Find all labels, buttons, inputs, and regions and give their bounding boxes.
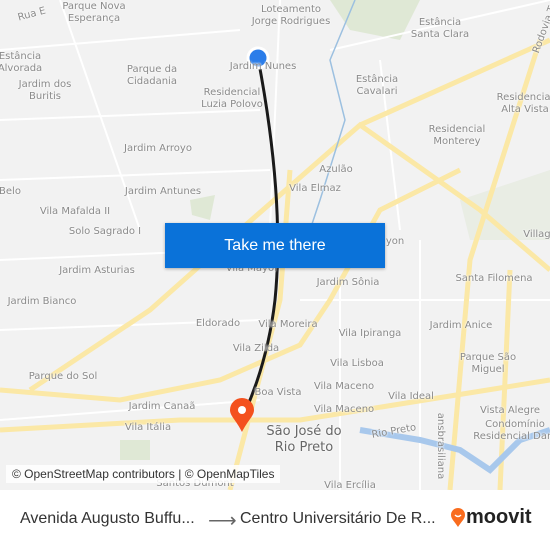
moovit-pin-icon [451, 507, 465, 527]
map-place-label: Vila Moreira [258, 319, 318, 330]
map-place-label: Vila Ipiranga [338, 328, 402, 339]
map-place-label: Vila Itália [124, 422, 172, 433]
map-place-label: Santa Filomena [455, 273, 533, 284]
moovit-logo: moovit [450, 506, 532, 529]
map-attribution[interactable]: © OpenStreetMap contributors | © OpenMap… [6, 465, 281, 483]
map-place-label: Estância Cavalari [355, 74, 399, 97]
map-place-label: Jardim Asturias [59, 265, 135, 276]
map-place-label: Vila Ercília [324, 480, 376, 490]
map-place-label: Jardim Antunes [124, 186, 202, 197]
map-place-label: Vila Maceno [313, 381, 375, 392]
arrow-right-icon: ⟶ [208, 510, 237, 532]
map-place-label: Jardim Canaã [128, 401, 196, 412]
map-place-label: Parque da Cidadania [126, 64, 178, 87]
take-me-there-button[interactable]: Take me there [165, 223, 385, 268]
map-place-label: Vila Lisboa [330, 358, 384, 369]
map-place-label: Vista Alegre [480, 405, 540, 416]
map-place-label: Jardim Arroyo [124, 143, 192, 154]
map-place-label: Jardim Anice [429, 320, 493, 331]
map-place-label: Residencial Luzia Polovo [201, 87, 263, 110]
origin-name: Avenida Augusto Buffu... [20, 510, 195, 527]
map-place-label: Boa Vista [254, 387, 302, 398]
map-place-label: Jardim Bianco [7, 296, 77, 307]
map-place-label: Parque São Miguel [459, 352, 517, 375]
map-place-label: Azulão [319, 164, 353, 175]
map-place-label: Vila Zilda [232, 343, 280, 354]
map-place-label: Vila Elmaz [289, 183, 341, 194]
map-place-label: ansbrasiliana [435, 412, 446, 480]
map-place-label: Estância Alvorada [0, 51, 43, 74]
map-place-label: Loteamento Jorge Rodrigues [251, 4, 331, 27]
map-place-label: Jardim dos Buritis [18, 79, 72, 102]
map-place-label: Vila Mafalda II [39, 206, 111, 217]
map-place-label: yon [385, 236, 405, 247]
map-place-label: Jardim Nunes [229, 61, 297, 72]
map-place-label: Village [523, 229, 550, 240]
map-place-label: Estância Santa Clara [410, 17, 470, 40]
map-place-label: Belo [0, 186, 21, 197]
map-place-label: Solo Sagrado I [68, 226, 142, 237]
map-place-label: Condomínio Residencial Dam [473, 419, 550, 442]
footer: Avenida Augusto Buffu... ⟶ Centro Univer… [0, 490, 550, 550]
map[interactable]: Rua E Parque Nova Esperança Loteamento Jor… [0, 0, 550, 490]
map-place-label: Parque do Sol [28, 371, 98, 382]
city-label: São José do Rio Preto [266, 424, 342, 455]
map-place-label: Vila Ideal [388, 391, 434, 402]
map-place-label: Residencial Alta Vista [496, 92, 550, 115]
map-place-label: Parque Nova Esperança [62, 1, 126, 24]
moovit-logo-text: moovit [466, 506, 532, 528]
destination-pin-icon[interactable] [230, 398, 254, 432]
map-place-label: Residencial Monterey [428, 124, 486, 147]
map-place-label: Eldorado [195, 318, 241, 329]
map-place-label: Vila Maceno [313, 404, 375, 415]
map-place-label: Jardim Sônia [316, 277, 380, 288]
destination-name: Centro Universitário De R... [240, 510, 436, 527]
